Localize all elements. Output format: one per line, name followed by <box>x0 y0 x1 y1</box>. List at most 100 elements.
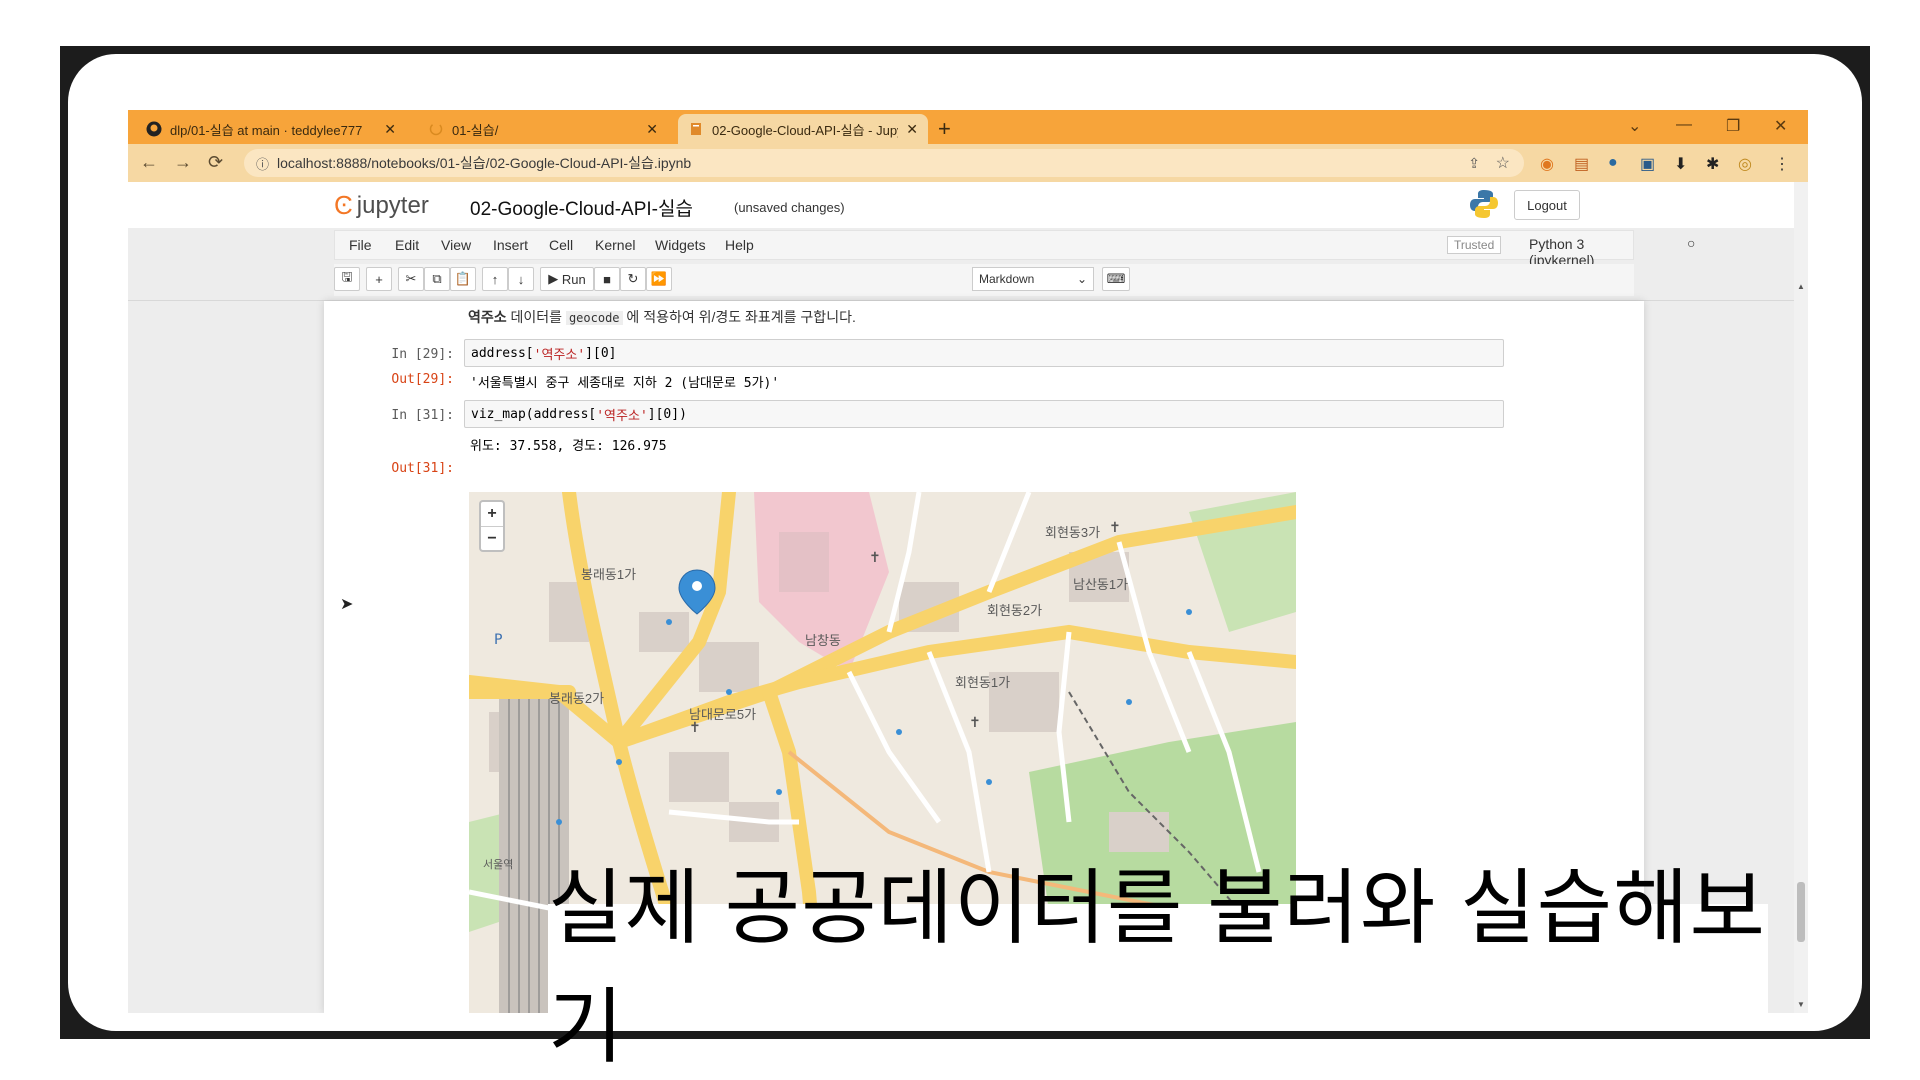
new-tab-button[interactable]: + <box>938 116 951 142</box>
logout-button[interactable]: Logout <box>1514 190 1580 220</box>
map-label: 봉래동1가 <box>581 567 637 582</box>
trusted-badge[interactable]: Trusted <box>1447 236 1502 254</box>
github-icon <box>146 121 162 137</box>
md-bold: 역주소 <box>468 309 507 325</box>
output-prompt: Out[29]: <box>391 372 454 387</box>
map-label: 남산동1가 <box>1073 577 1129 592</box>
extension-icon[interactable]: ▤ <box>1574 154 1589 174</box>
save-icon[interactable]: 🖫 <box>334 267 360 291</box>
video-caption: 실제 공공데이터를 불러와 실습해보기 <box>548 863 1768 1073</box>
map-label: 회현동2가 <box>987 603 1043 618</box>
scrollbar-thumb[interactable] <box>1797 882 1805 942</box>
md-text: 데이터를 <box>506 309 566 325</box>
map-label: 남창동 <box>805 633 841 648</box>
close-icon[interactable]: ✕ <box>646 121 658 138</box>
close-icon[interactable]: ✕ <box>906 121 918 138</box>
menu-cell[interactable]: Cell <box>549 237 573 253</box>
mouse-cursor-icon: ➤ <box>340 596 354 613</box>
save-status: (unsaved changes) <box>734 200 845 215</box>
extension-icon[interactable]: ● <box>1608 154 1618 172</box>
svg-text:P: P <box>494 632 502 648</box>
svg-text:✝: ✝ <box>1109 520 1121 536</box>
tab-notebook[interactable]: 02-Google-Cloud-API-실습 - Jupyter ✕ <box>678 114 928 144</box>
close-icon[interactable]: ✕ <box>384 121 396 138</box>
cut-icon[interactable]: ✂ <box>398 267 424 291</box>
tab-label: 02-Google-Cloud-API-실습 - Jupyter <box>712 122 899 138</box>
menu-insert[interactable]: Insert <box>493 237 528 253</box>
map-label: 봉래동2가 <box>549 691 605 706</box>
run-button[interactable]: ▶ Run <box>540 267 594 291</box>
tab-strip: dlp/01-실습 at main · teddylee777 ✕ 01-실습/… <box>128 110 1808 144</box>
code-token: viz_map(address[ <box>471 406 597 422</box>
extension-icon[interactable]: ▣ <box>1640 154 1655 174</box>
menu-kernel[interactable]: Kernel <box>595 237 635 253</box>
notebook-title[interactable]: 02-Google-Cloud-API-실습 <box>470 194 693 221</box>
menu-dots-icon[interactable]: ⋮ <box>1774 154 1790 174</box>
tab-github[interactable]: dlp/01-실습 at main · teddylee777 ✕ <box>136 114 406 144</box>
scroll-up-icon[interactable]: ▲ <box>1797 282 1805 291</box>
map-label: 회현동3가 <box>1045 525 1101 540</box>
copy-icon[interactable]: ⧉ <box>424 267 450 291</box>
code-cell-input[interactable]: viz_map(address['역주소'][0]) <box>464 400 1504 428</box>
zoom-in-button[interactable]: + <box>481 502 503 527</box>
play-icon: ▶ <box>548 271 562 286</box>
insert-cell-icon[interactable]: + <box>366 267 392 291</box>
code-token: ][0] <box>585 345 617 361</box>
vertical-scrollbar[interactable]: ▲ ▼ <box>1794 182 1808 1013</box>
zoom-out-button[interactable]: − <box>481 527 503 551</box>
star-icon[interactable]: ☆ <box>1496 153 1510 173</box>
forward-icon[interactable]: → <box>174 152 192 173</box>
address-bar-row: ← → ⟳ ⓘ localhost:8888/notebooks/01-실습/0… <box>128 144 1808 182</box>
code-string: '역주소' <box>533 347 586 363</box>
output-prompt: Out[31]: <box>391 461 454 476</box>
share-icon[interactable]: ⇪ <box>1468 155 1480 172</box>
extension-icon[interactable]: ◉ <box>1540 154 1554 174</box>
back-icon[interactable]: ← <box>140 152 158 173</box>
window-close-icon[interactable]: ✕ <box>1774 116 1787 136</box>
notebook-toolbar: 🖫 + ✂ ⧉ 📋 ↑ ↓ ▶ Run ■ ↻ ⏩ Markdown ⌄ ⌨ <box>334 264 1634 296</box>
tab-folder[interactable]: 01-실습/ ✕ <box>418 114 668 144</box>
tab-search-icon[interactable]: ⌄ <box>1628 116 1641 136</box>
stop-icon[interactable]: ■ <box>594 267 620 291</box>
code-string: '역주소' <box>596 408 648 424</box>
notebook-icon <box>688 121 704 137</box>
run-label: Run <box>561 271 586 287</box>
minimize-icon[interactable]: — <box>1676 116 1692 134</box>
menu-file[interactable]: File <box>349 237 372 253</box>
keyboard-icon[interactable]: ⌨ <box>1102 267 1130 291</box>
md-code: geocode <box>565 311 623 325</box>
jupyter-logo-icon: Ͼ <box>334 190 353 220</box>
map-label: 서울역 <box>483 859 514 871</box>
input-prompt: In [31]: <box>391 408 454 423</box>
menu-widgets[interactable]: Widgets <box>655 237 706 253</box>
menubar: File Edit View Insert Cell Kernel Widget… <box>334 230 1695 268</box>
url-field[interactable]: ⓘ localhost:8888/notebooks/01-실습/02-Goog… <box>244 149 1524 177</box>
menu-view[interactable]: View <box>441 237 471 253</box>
code-cell-input[interactable]: address['역주소'][0] <box>464 339 1504 367</box>
download-icon[interactable]: ⬇ <box>1674 154 1687 174</box>
menu-edit[interactable]: Edit <box>395 237 419 253</box>
jupyter-logo[interactable]: Ͼ jupyter <box>334 190 429 221</box>
loading-icon <box>428 121 444 137</box>
cell-type-select[interactable]: Markdown ⌄ <box>972 267 1094 291</box>
puzzle-icon[interactable]: ✱ <box>1706 154 1719 174</box>
fast-forward-icon[interactable]: ⏩ <box>646 267 672 291</box>
map-zoom-control: + − <box>479 500 505 552</box>
reload-icon[interactable]: ⟳ <box>208 152 223 173</box>
move-down-icon[interactable]: ↓ <box>508 267 534 291</box>
kernel-idle-icon: ○ <box>1687 235 1696 251</box>
profile-icon[interactable]: ◎ <box>1738 154 1752 174</box>
map-label: 남대문로5가 <box>689 707 757 722</box>
restart-icon[interactable]: ↻ <box>620 267 646 291</box>
url-text: localhost:8888/notebooks/01-실습/02-Google… <box>277 155 692 171</box>
info-icon[interactable]: ⓘ <box>256 154 269 173</box>
scroll-down-icon[interactable]: ▼ <box>1797 1000 1805 1009</box>
restore-icon[interactable]: ❐ <box>1726 116 1740 136</box>
tab-label: 01-실습/ <box>452 122 499 138</box>
move-up-icon[interactable]: ↑ <box>482 267 508 291</box>
tab-label: dlp/01-실습 at main · teddylee777 <box>170 122 363 138</box>
cell-type-value: Markdown <box>979 272 1035 286</box>
menu-help[interactable]: Help <box>725 237 754 253</box>
markdown-cell[interactable]: 역주소 데이터를 geocode 에 적용하여 위/경도 좌표계를 구합니다. <box>468 307 856 327</box>
paste-icon[interactable]: 📋 <box>450 267 476 291</box>
